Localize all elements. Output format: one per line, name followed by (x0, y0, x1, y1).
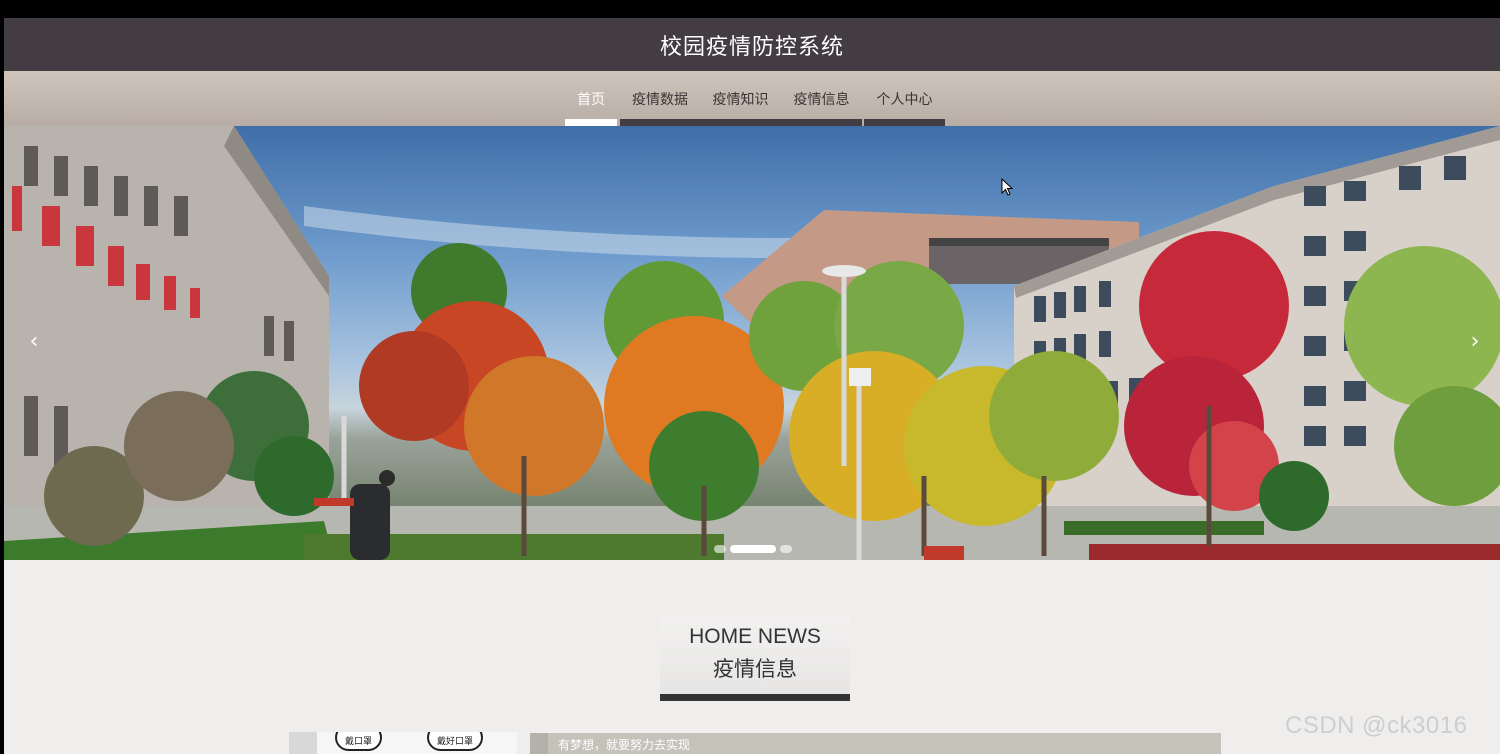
news-thumbnail[interactable]: 戴口罩 戴好口罩 (289, 732, 517, 754)
main-nav: 首页 疫情数据 疫情知识 疫情信息 个人中心 (4, 71, 1500, 126)
chevron-left-icon: ‹ (29, 328, 39, 354)
nav-item-label: 首页 (577, 91, 605, 108)
news-item-title: 有梦想，就要努力去实现 (558, 738, 691, 752)
carousel-prev-button[interactable]: ‹ (22, 326, 46, 356)
site-header: 校园疫情防控系统 (4, 18, 1500, 71)
carousel-next-button[interactable]: › (1463, 326, 1487, 356)
chevron-right-icon: › (1470, 328, 1480, 354)
site-title: 校园疫情防控系统 (659, 34, 844, 60)
nav-underline (864, 119, 945, 126)
news-heading-zh: 疫情信息 (713, 657, 797, 681)
mouse-cursor-icon (1001, 177, 1014, 200)
news-heading-bar (660, 694, 850, 701)
watermark: CSDN @ck3016 (1285, 712, 1468, 739)
news-item[interactable]: 有梦想，就要努力去实现 (530, 733, 1221, 754)
carousel-dot[interactable] (714, 545, 726, 553)
nav-underline (781, 119, 862, 126)
browser-page: 校园疫情防控系统 首页 疫情数据 疫情知识 疫情信息 个人中心 ‹ › HOME… (4, 18, 1500, 754)
bubble-text: 戴好口罩 (437, 737, 474, 747)
nav-item-epidemic-info[interactable]: 疫情信息 (781, 71, 862, 126)
carousel-dot[interactable] (780, 545, 792, 553)
nav-item-label: 疫情知识 (712, 91, 769, 108)
nav-underline (700, 119, 781, 126)
speech-bubble: 戴口罩 (335, 732, 383, 751)
nav-item-home[interactable]: 首页 (565, 71, 617, 126)
speech-bubble: 戴好口罩 (427, 732, 484, 751)
campus-photo (4, 126, 1500, 560)
nav-item-epidemic-knowledge[interactable]: 疫情知识 (700, 71, 781, 126)
nav-item-epidemic-data[interactable]: 疫情数据 (620, 71, 700, 126)
nav-item-personal-center[interactable]: 个人中心 (864, 71, 945, 126)
carousel-indicators (714, 545, 792, 553)
nav-item-label: 个人中心 (876, 91, 933, 108)
news-item-image (530, 733, 548, 754)
news-section-heading: HOME NEWS 疫情信息 (660, 616, 850, 698)
nav-item-label: 疫情数据 (632, 91, 688, 108)
thumbnail-edge (289, 732, 317, 754)
hero-carousel[interactable]: ‹ › (4, 126, 1500, 560)
bubble-text: 戴口罩 (345, 737, 373, 747)
news-heading-en: HOME NEWS (689, 625, 821, 648)
nav-item-label: 疫情信息 (793, 91, 850, 108)
nav-underline (620, 119, 700, 126)
carousel-dot-active[interactable] (730, 545, 776, 553)
nav-active-indicator (565, 119, 617, 126)
